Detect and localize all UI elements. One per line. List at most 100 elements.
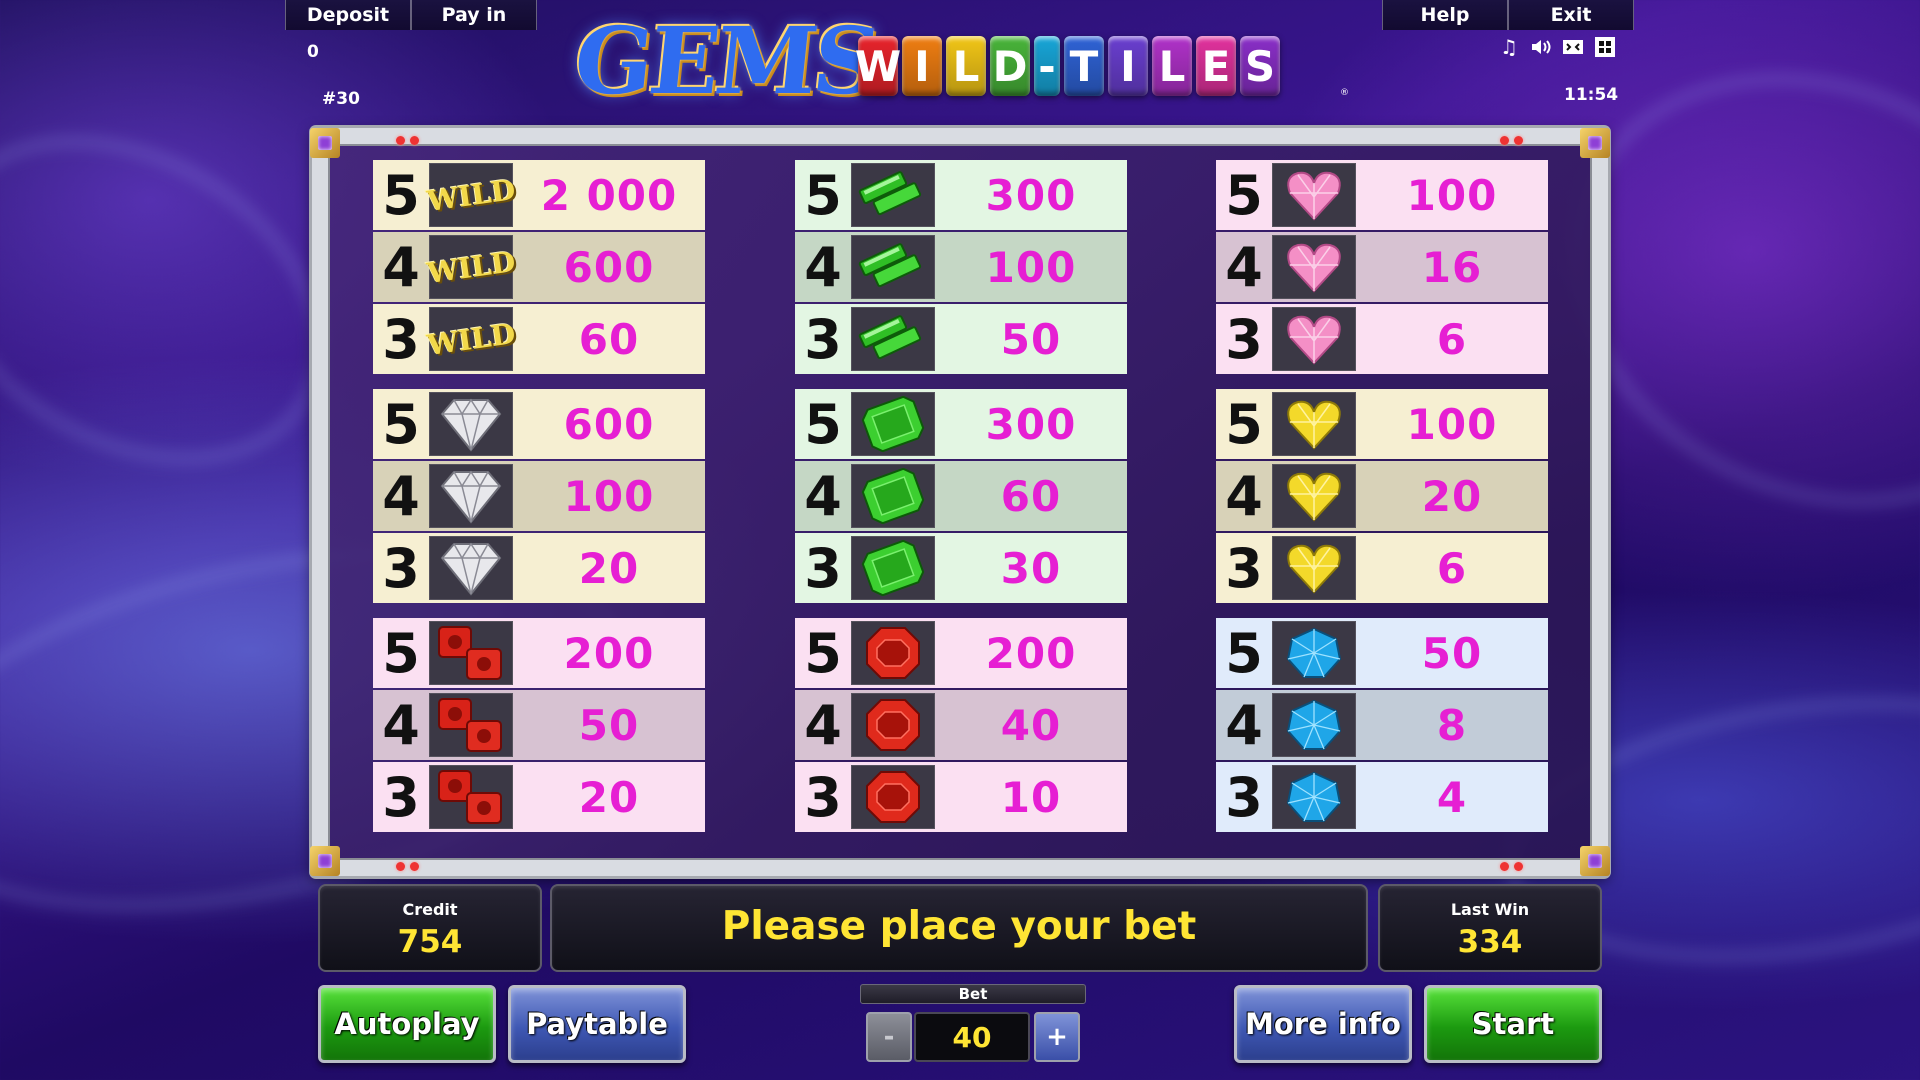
wild-icon: WILD: [425, 307, 517, 371]
payout-value: 2 000: [540, 170, 678, 220]
symbol-count: 4: [1225, 693, 1263, 757]
payout-value: 100: [1406, 399, 1498, 449]
paytable-block-diamond: 5 600 4 100 3 20: [373, 389, 705, 603]
payout-value: 60: [578, 314, 640, 364]
autoplay-button[interactable]: Autoplay: [318, 985, 496, 1063]
frame-corner: [310, 846, 340, 876]
logo-gems-text: GEMS: [569, 7, 882, 115]
payout-value: 10: [1000, 772, 1062, 822]
paytable-block-wild: 5 WILD 2 000 4 WILD 600 3 WILD 60: [373, 160, 705, 374]
frame-jewel: [1500, 862, 1509, 871]
red-cubes-icon: [429, 693, 513, 757]
symbol-count: 4: [382, 464, 420, 528]
blue-gem-icon: [1272, 693, 1356, 757]
payout-value: 600: [563, 399, 655, 449]
payout-value: 50: [578, 700, 640, 750]
symbol-count: 3: [1225, 536, 1263, 600]
diamond-icon: [429, 392, 513, 456]
frame-jewel: [410, 862, 419, 871]
red-cubes-icon: [429, 765, 513, 829]
paytable-row: 4 WILD 600: [373, 232, 705, 302]
help-button[interactable]: Help: [1382, 0, 1508, 30]
symbol-count: 3: [382, 765, 420, 829]
symbol-count: 5: [1225, 621, 1263, 685]
symbol-count: 4: [382, 235, 420, 299]
logo-tile: L: [946, 36, 986, 96]
payout-value: 600: [563, 242, 655, 292]
ruby-icon: [851, 693, 935, 757]
logo-tile: I: [1108, 36, 1148, 96]
last-win-label: Last Win: [1450, 900, 1530, 919]
paytable-row: 5 100: [1216, 160, 1548, 230]
start-button[interactable]: Start: [1424, 985, 1602, 1063]
paytable-block-pink-heart: 5 100 4 16 3 6: [1216, 160, 1548, 374]
frame-jewel: [1514, 136, 1523, 145]
symbol-count: 4: [382, 693, 420, 757]
exit-button[interactable]: Exit: [1508, 0, 1634, 30]
logo-tiles: WILD-TILES: [855, 36, 1280, 96]
paytable-row: 5 WILD 2 000: [373, 160, 705, 230]
balance-small: 0: [307, 42, 319, 62]
payout-value: 20: [578, 543, 640, 593]
payout-value: 200: [985, 628, 1077, 678]
last-win-box: Last Win 334: [1378, 884, 1602, 972]
pay-in-button[interactable]: Pay in: [411, 0, 537, 30]
paytable-row: 4 50: [373, 690, 705, 760]
audio-icons: ♫: [1498, 35, 1616, 59]
yellow-heart-icon: [1272, 392, 1356, 456]
yellow-heart-icon: [1272, 536, 1356, 600]
last-win-value: 334: [1457, 924, 1523, 960]
logo-tile: D: [990, 36, 1030, 96]
symbol-count: 5: [804, 621, 842, 685]
logo-tile: T: [1064, 36, 1104, 96]
screen-mode-icon[interactable]: [1562, 36, 1584, 58]
paytable-block-blue-gem: 5 50 4 8 3 4: [1216, 618, 1548, 832]
payout-value: 16: [1421, 242, 1483, 292]
clock: 11:54: [1564, 85, 1619, 105]
emerald-icon: [851, 464, 935, 528]
paytable-block-green-bars: 5 300 4 100 3 50: [795, 160, 1127, 374]
paytable-row: 4 100: [373, 461, 705, 531]
symbol-count: 5: [804, 163, 842, 227]
credit-label: Credit: [402, 900, 458, 919]
symbol-count: 4: [1225, 235, 1263, 299]
paytable-row: 3 50: [795, 304, 1127, 374]
fullscreen-icon[interactable]: [1594, 36, 1616, 58]
paytable-button[interactable]: Paytable: [508, 985, 686, 1063]
ruby-icon: [851, 621, 935, 685]
paytable-row: 5 600: [373, 389, 705, 459]
speaker-icon[interactable]: [1530, 36, 1552, 58]
diamond-icon: [429, 536, 513, 600]
paytable-row: 4 20: [1216, 461, 1548, 531]
bet-decrease-button[interactable]: -: [866, 1012, 912, 1062]
logo-tile: L: [1152, 36, 1192, 96]
payout-value: 40: [1000, 700, 1062, 750]
paytable-row: 3 30: [795, 533, 1127, 603]
paytable-row: 5 100: [1216, 389, 1548, 459]
symbol-count: 4: [1225, 464, 1263, 528]
emerald-icon: [851, 392, 935, 456]
green-bars-icon: [851, 163, 935, 227]
payout-value: 20: [578, 772, 640, 822]
symbol-count: 5: [1225, 392, 1263, 456]
paytable-row: 4 60: [795, 461, 1127, 531]
wild-icon: WILD: [425, 235, 517, 299]
paytable-row: 5 300: [795, 160, 1127, 230]
green-bars-icon: [851, 235, 935, 299]
blue-gem-icon: [1272, 621, 1356, 685]
blue-gem-icon: [1272, 765, 1356, 829]
bet-increase-button[interactable]: +: [1034, 1012, 1080, 1062]
more-info-button[interactable]: More info: [1234, 985, 1412, 1063]
green-bars-icon: [851, 307, 935, 371]
bet-value: 40: [914, 1012, 1030, 1062]
paytable-row: 5 300: [795, 389, 1127, 459]
frame-corner: [1580, 846, 1610, 876]
paytable-row: 48: [1216, 690, 1548, 760]
logo-tile: E: [1196, 36, 1236, 96]
music-note-icon[interactable]: ♫: [1498, 35, 1520, 59]
paytable-row: 3 10: [795, 762, 1127, 832]
payout-value: 50: [1000, 314, 1062, 364]
wild-icon: WILD: [425, 163, 517, 227]
payout-value: 50: [1421, 628, 1483, 678]
deposit-button[interactable]: Deposit: [285, 0, 411, 30]
